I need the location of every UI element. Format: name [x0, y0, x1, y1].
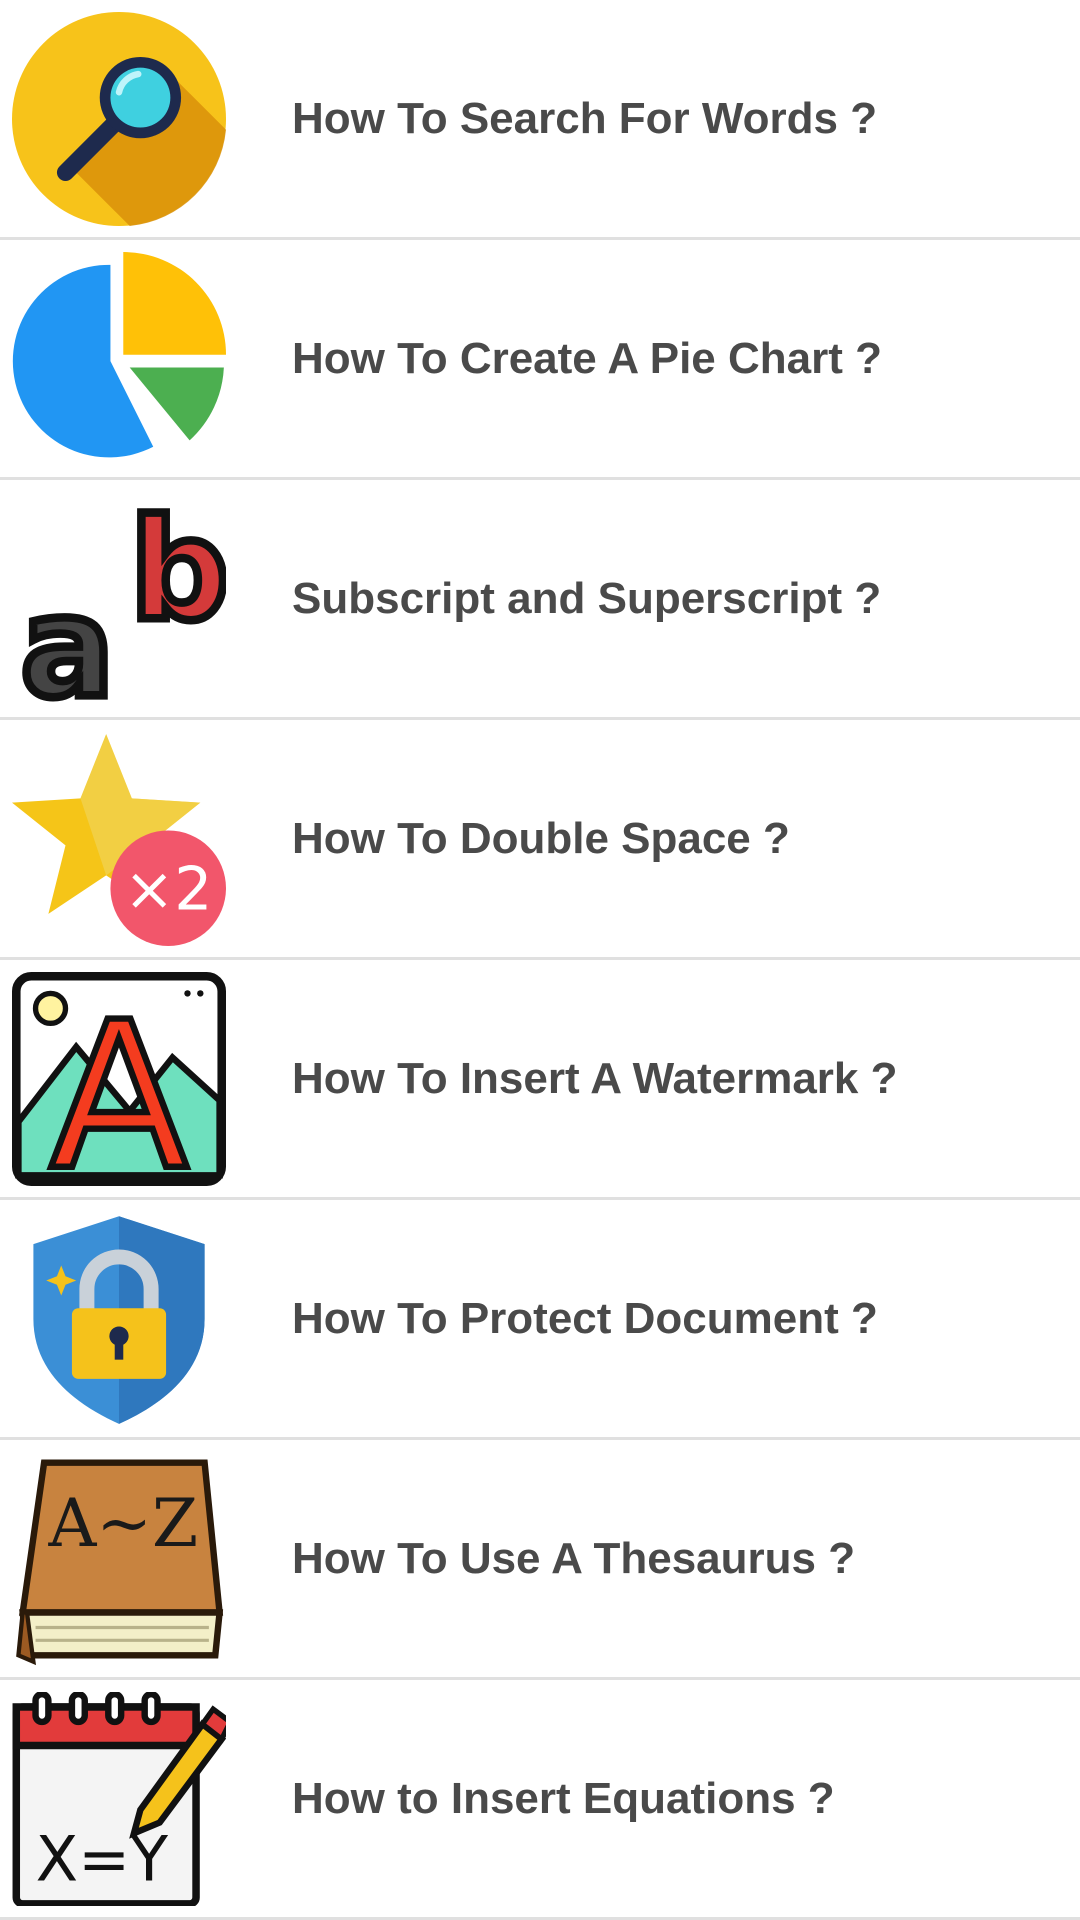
item-label: How To Insert A Watermark ? — [292, 1053, 898, 1103]
item-label: How To Protect Document ? — [292, 1293, 878, 1343]
shield-lock-icon — [12, 1212, 226, 1426]
topics-list: How To Search For Words ? How To Create … — [0, 0, 1080, 1920]
svg-text:b: b — [130, 492, 226, 651]
list-item-pie-chart[interactable]: How To Create A Pie Chart ? — [0, 240, 1080, 480]
svg-text:X=Y: X=Y — [36, 1822, 169, 1895]
pie-chart-icon — [12, 251, 226, 466]
svg-text:A: A — [49, 977, 188, 1185]
item-label: Subscript and Superscript ? — [292, 573, 882, 623]
item-label: How To Search For Words ? — [292, 93, 878, 143]
list-item-watermark[interactable]: A How To Insert A Watermark ? — [0, 960, 1080, 1200]
watermark-icon: A — [12, 971, 226, 1186]
svg-text:×2: ×2 — [124, 854, 212, 924]
superscript-icon: a b — [12, 492, 226, 706]
list-item-thesaurus[interactable]: A~Z How To Use A Thesaurus ? — [0, 1440, 1080, 1680]
svg-text:A~Z: A~Z — [47, 1484, 198, 1562]
list-item-equations[interactable]: X=Y How to Insert Equations ? — [0, 1680, 1080, 1920]
svg-text:a: a — [21, 566, 115, 706]
equation-notepad-icon: X=Y — [12, 1691, 226, 1906]
list-item-subscript-superscript[interactable]: a b Subscript and Superscript ? — [0, 480, 1080, 720]
list-item-search-words[interactable]: How To Search For Words ? — [0, 0, 1080, 240]
item-label: How To Double Space ? — [292, 813, 790, 863]
item-label: How To Use A Thesaurus ? — [292, 1533, 856, 1583]
magnifier-icon — [12, 11, 226, 226]
star-x2-icon: ×2 — [12, 732, 226, 946]
list-item-double-space[interactable]: ×2 How To Double Space ? — [0, 720, 1080, 960]
item-label: How To Create A Pie Chart ? — [292, 333, 883, 383]
item-label: How to Insert Equations ? — [292, 1773, 835, 1823]
list-item-protect-document[interactable]: How To Protect Document ? — [0, 1200, 1080, 1440]
book-icon: A~Z — [12, 1452, 226, 1666]
